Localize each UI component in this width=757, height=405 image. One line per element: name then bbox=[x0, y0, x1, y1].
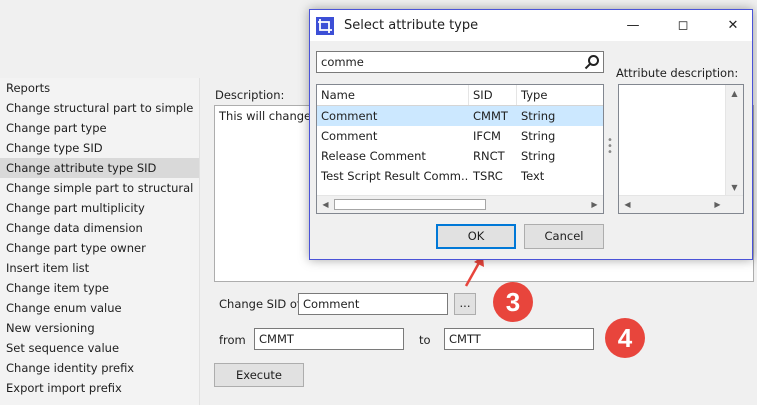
scroll-up-icon[interactable]: ▲ bbox=[726, 85, 743, 102]
table-row[interactable]: Comment IFCM String bbox=[317, 126, 603, 146]
description-label: Description: bbox=[215, 88, 285, 102]
scroll-right-icon[interactable]: ▶ bbox=[709, 196, 726, 213]
table-row[interactable]: Comment CMMT String bbox=[317, 106, 603, 126]
sidebar-item-reports[interactable]: Reports bbox=[0, 78, 199, 98]
attribute-description-label: Attribute description: bbox=[616, 66, 739, 80]
sidebar-item-export-import-prefix[interactable]: Export import prefix bbox=[0, 378, 199, 398]
select-attribute-type-dialog: Select attribute type — ◻ ✕ comme Name S… bbox=[309, 9, 753, 260]
scroll-left-icon[interactable]: ◀ bbox=[619, 196, 636, 213]
maximize-icon[interactable]: ◻ bbox=[666, 10, 700, 41]
minimize-icon[interactable]: — bbox=[616, 10, 650, 41]
from-label: from bbox=[219, 333, 246, 347]
sidebar-item-change-simple-part-to-structural[interactable]: Change simple part to structural bbox=[0, 178, 199, 198]
cell-sid: RNCT bbox=[473, 149, 505, 163]
sidebar-item-change-type-sid[interactable]: Change type SID bbox=[0, 138, 199, 158]
cell-name: Comment bbox=[321, 109, 378, 123]
search-icon[interactable] bbox=[584, 54, 600, 70]
dialog-search-input[interactable]: comme bbox=[316, 51, 604, 73]
vertical-scrollbar[interactable]: ▲ ▼ bbox=[725, 85, 743, 198]
cell-sid: CMMT bbox=[473, 109, 508, 123]
sidebar-item-change-data-dimension[interactable]: Change data dimension bbox=[0, 218, 199, 238]
sidebar-item-new-versioning[interactable]: New versioning bbox=[0, 318, 199, 338]
sidebar-item-change-part-multiplicity[interactable]: Change part multiplicity bbox=[0, 198, 199, 218]
sidebar-item-insert-item-list[interactable]: Insert item list bbox=[0, 258, 199, 278]
sidebar-item-change-part-type[interactable]: Change part type bbox=[0, 118, 199, 138]
browse-button[interactable]: ... bbox=[454, 293, 476, 315]
cell-name: Test Script Result Comm... bbox=[321, 169, 469, 183]
column-header-type[interactable]: Type bbox=[517, 85, 603, 105]
close-icon[interactable]: ✕ bbox=[716, 10, 750, 41]
splitter-handle[interactable]: • • • bbox=[607, 136, 613, 158]
sidebar-item-change-attribute-type-sid[interactable]: Change attribute type SID bbox=[0, 158, 199, 178]
change-sid-label: Change SID of bbox=[219, 297, 301, 311]
annotation-badge-4: 4 bbox=[605, 318, 645, 358]
cell-name: Comment bbox=[321, 129, 378, 143]
sidebar-item-change-enum-value[interactable]: Change enum value bbox=[0, 298, 199, 318]
cell-sid: TSRC bbox=[473, 169, 503, 183]
horizontal-scrollbar[interactable]: ◀ ▶ bbox=[619, 195, 743, 213]
scrollbar-thumb[interactable] bbox=[334, 199, 486, 210]
scroll-down-icon[interactable]: ▼ bbox=[726, 179, 743, 196]
sidebar-item-change-item-type[interactable]: Change item type bbox=[0, 278, 199, 298]
cell-type: Text bbox=[521, 169, 545, 183]
grid-header: Name SID Type bbox=[317, 85, 603, 106]
column-header-name[interactable]: Name bbox=[317, 85, 469, 105]
scroll-right-icon[interactable]: ▶ bbox=[586, 196, 603, 213]
attribute-description-box: ▲ ▼ ◀ ▶ bbox=[618, 84, 744, 214]
scroll-left-icon[interactable]: ◀ bbox=[317, 196, 334, 213]
cell-sid: IFCM bbox=[473, 129, 501, 143]
arrow-icon bbox=[464, 256, 484, 287]
execute-button[interactable]: Execute bbox=[214, 363, 304, 387]
to-input[interactable]: CMTT bbox=[444, 328, 594, 350]
table-row[interactable]: Test Script Result Comm... TSRC Text bbox=[317, 166, 603, 186]
from-input[interactable]: CMMT bbox=[254, 328, 404, 350]
attribute-type-grid: Name SID Type Comment CMMT String Commen… bbox=[316, 84, 604, 214]
change-sid-input[interactable]: Comment bbox=[298, 293, 448, 315]
to-label: to bbox=[419, 333, 431, 347]
sidebar-item-change-structural-part-to-simple[interactable]: Change structural part to simple bbox=[0, 98, 199, 118]
dialog-titlebar: Select attribute type — ◻ ✕ bbox=[310, 10, 752, 41]
ok-button[interactable]: OK bbox=[436, 224, 516, 249]
crop-icon bbox=[316, 17, 334, 35]
sidebar-item-set-sequence-value[interactable]: Set sequence value bbox=[0, 338, 199, 358]
sidebar: Reports Change structural part to simple… bbox=[0, 78, 200, 405]
annotation-badge-3: 3 bbox=[493, 282, 533, 322]
horizontal-scrollbar[interactable]: ◀ ▶ bbox=[317, 195, 603, 213]
cell-name: Release Comment bbox=[321, 149, 426, 163]
sidebar-item-change-identity-prefix[interactable]: Change identity prefix bbox=[0, 358, 199, 378]
sidebar-item-change-part-type-owner[interactable]: Change part type owner bbox=[0, 238, 199, 258]
column-header-sid[interactable]: SID bbox=[469, 85, 517, 105]
cell-type: String bbox=[521, 109, 556, 123]
cell-type: String bbox=[521, 149, 556, 163]
cancel-button[interactable]: Cancel bbox=[524, 224, 604, 249]
dialog-title: Select attribute type bbox=[344, 18, 479, 33]
table-row[interactable]: Release Comment RNCT String bbox=[317, 146, 603, 166]
cell-type: String bbox=[521, 129, 556, 143]
